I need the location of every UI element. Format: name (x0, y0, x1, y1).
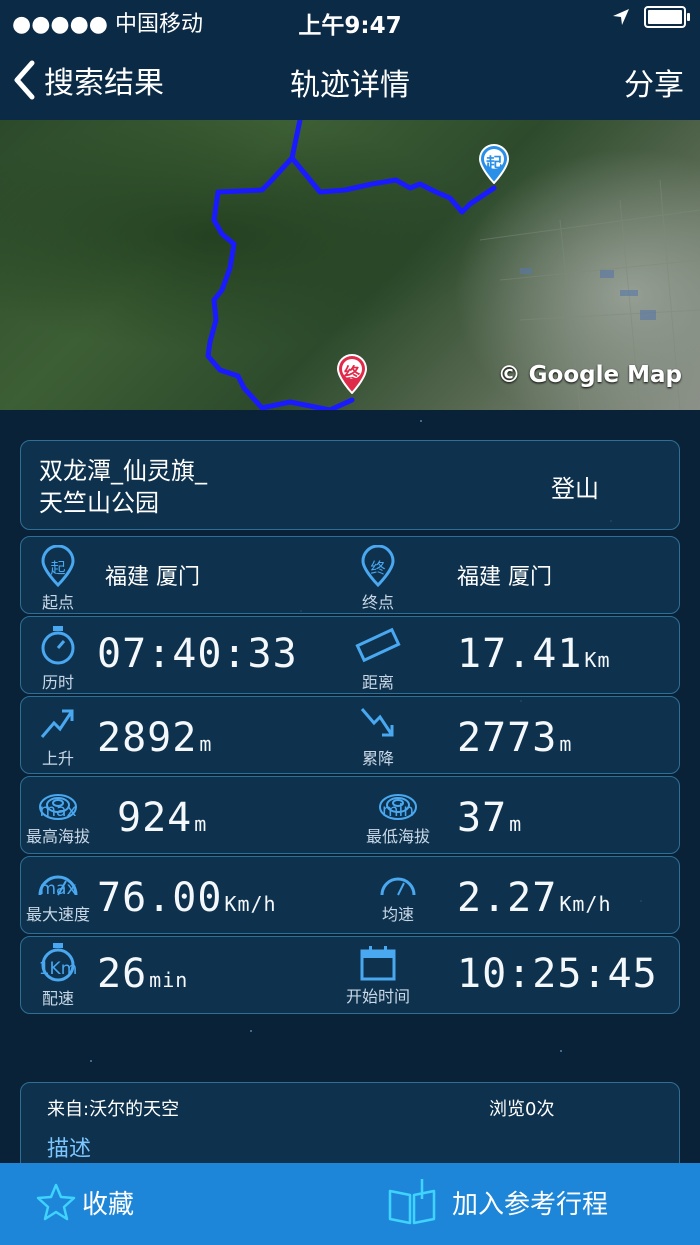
trend-up-icon (40, 709, 74, 738)
start-time-label: 开始时间 (345, 987, 410, 1006)
page-title: 轨迹详情 (290, 68, 410, 103)
add-plan-label: 加入参考行程 (452, 1189, 609, 1220)
avg-speed-cell: 均速 (363, 867, 433, 925)
pace-icon-text: 1Km (38, 959, 78, 979)
max-speed-label: 最大速度 (25, 905, 90, 924)
pace-label: 配速 (41, 989, 74, 1008)
start-marker-label: 起 (485, 154, 502, 173)
ascent-label: 上升 (41, 749, 74, 768)
favorite-label: 收藏 (82, 1189, 135, 1220)
star-icon (36, 1183, 76, 1221)
share-button[interactable]: 分享 (624, 60, 684, 104)
views-count: 浏览0次 (489, 1099, 555, 1120)
favorite-button[interactable]: 收藏 (36, 1183, 134, 1221)
start-marker[interactable]: 起 (478, 144, 510, 184)
start-label: 起点 (41, 593, 74, 612)
descent-cell: 累降 (343, 703, 413, 769)
max-alt-label: 最高海拔 (25, 827, 90, 846)
start-point-cell: 起 起点 (23, 545, 93, 613)
distance-value: 17.41 Km (457, 631, 611, 677)
ascent-cell: 上升 (23, 703, 93, 769)
duration-value: 07:40:33 (97, 631, 298, 677)
ascent-value: 2892 m (97, 715, 213, 761)
track-name: 双龙潭_仙灵旗_ 天竺山公园 (39, 455, 207, 519)
distance-cell: 距离 (343, 623, 413, 693)
pace-value: 26 min (97, 951, 189, 997)
descent-value: 2773 m (457, 715, 573, 761)
start-icon-text: 起 (50, 559, 66, 577)
min-alt-value: 37 m (457, 795, 523, 841)
max-speed-cell: max 最大速度 (23, 865, 93, 925)
trend-down-icon (360, 708, 394, 737)
start-value: 福建 厦门 (105, 565, 200, 590)
author-text[interactable]: 来自:沃尔的天空 (47, 1095, 179, 1121)
max-speed-icon-text: max (39, 879, 77, 899)
descent-label: 累降 (361, 749, 394, 768)
end-label: 终点 (361, 593, 394, 612)
stats-row-pace-start: 1Km 配速 26 min 开始时间 10:25:45 (20, 936, 680, 1014)
stats-row-altitude: max 最高海拔 924 m min 最低海拔 37 m (20, 776, 680, 854)
end-value: 福建 厦门 (457, 565, 552, 590)
max-altitude-cell: max 最高海拔 (23, 785, 93, 847)
max-speed-value: 76.00 Km/h (97, 875, 277, 921)
stats-row-elevation-change: 上升 2892 m 累降 2773 m (20, 696, 680, 774)
stopwatch-icon (41, 626, 75, 665)
speedometer-icon (380, 877, 416, 896)
track-title-card: 双龙潭_仙灵旗_ 天竺山公园 登山 (20, 440, 680, 530)
ruler-icon (355, 627, 401, 663)
map-attribution: © Google Map (497, 362, 682, 388)
battery-icon (644, 6, 690, 28)
status-bar: ●●●●● 中国移动 上午9:47 (0, 0, 700, 40)
distance-label: 距离 (361, 673, 394, 692)
pace-cell: 1Km 配速 (23, 941, 93, 1009)
stats-row-location: 起 起点 福建 厦门 终 终点 福建 厦门 (20, 536, 680, 614)
start-time-cell: 开始时间 (343, 945, 413, 1007)
max-alt-value: 924 m (117, 795, 208, 841)
track-name-line1: 双龙潭_仙灵旗_ (39, 457, 207, 485)
status-time: 上午9:47 (298, 13, 402, 39)
avg-speed-value: 2.27 Km/h (457, 875, 612, 921)
end-point-cell: 终 终点 (343, 545, 413, 613)
duration-label: 历时 (41, 673, 74, 692)
min-altitude-cell: min 最低海拔 (363, 785, 433, 847)
bottom-action-bar: 收藏 加入参考行程 (0, 1163, 700, 1245)
status-right (612, 6, 690, 28)
end-icon-text: 终 (370, 559, 386, 577)
track-name-line2: 天竺山公园 (39, 489, 159, 517)
track-map[interactable]: 起 终 © Google Map (0, 120, 700, 410)
description-label: 描述 (47, 1137, 92, 1162)
book-icon (388, 1179, 436, 1225)
calendar-icon (360, 946, 396, 981)
location-arrow-icon (613, 9, 629, 25)
stats-row-speed: max 最大速度 76.00 Km/h 均速 2.27 Km/h (20, 856, 680, 934)
min-alt-icon-text: min (381, 801, 415, 821)
stats-row-time-distance: 历时 07:40:33 距离 17.41 Km (20, 616, 680, 694)
max-alt-icon-text: max (39, 801, 77, 821)
end-marker-label: 终 (343, 364, 360, 383)
min-alt-label: 最低海拔 (365, 827, 430, 846)
nav-bar: 搜索结果 轨迹详情 分享 (0, 40, 700, 120)
avg-speed-label: 均速 (381, 905, 414, 924)
add-plan-button[interactable]: 加入参考行程 (386, 1177, 608, 1227)
start-time-value: 10:25:45 (457, 951, 658, 997)
duration-cell: 历时 (23, 623, 93, 693)
track-type: 登山 (551, 475, 599, 503)
end-marker[interactable]: 终 (336, 354, 368, 394)
